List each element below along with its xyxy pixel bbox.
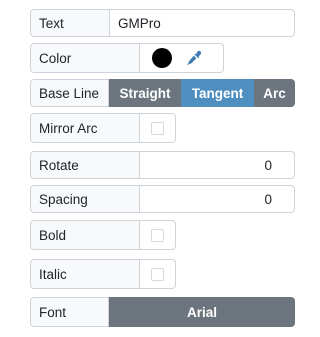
italic-checkbox[interactable] <box>151 267 164 281</box>
bold-checkbox-cell <box>140 220 176 250</box>
italic-label: Italic <box>30 259 140 289</box>
baseline-tangent-button[interactable]: Tangent <box>181 79 254 107</box>
font-label: Font <box>30 297 109 327</box>
italic-checkbox-cell <box>140 259 176 289</box>
rotate-input[interactable]: 0 <box>140 151 295 179</box>
text-row: Text GMPro <box>30 9 295 37</box>
color-controls <box>140 43 224 73</box>
baseline-label: Base Line <box>30 79 109 107</box>
spacing-input[interactable]: 0 <box>140 185 295 213</box>
bold-label: Bold <box>30 220 140 250</box>
bold-checkbox[interactable] <box>151 228 164 242</box>
text-input[interactable]: GMPro <box>110 9 295 37</box>
rotate-label: Rotate <box>30 151 140 179</box>
baseline-straight-button[interactable]: Straight <box>109 79 181 107</box>
baseline-row: Base Line Straight Tangent Arc <box>30 79 295 107</box>
mirror-arc-checkbox[interactable] <box>151 121 164 135</box>
color-swatch[interactable] <box>152 48 172 68</box>
font-row: Font Arial <box>30 297 295 327</box>
eyedropper-icon[interactable] <box>186 50 202 66</box>
mirror-arc-row: Mirror Arc <box>30 113 176 143</box>
color-row: Color <box>30 43 224 73</box>
text-label: Text <box>30 9 110 37</box>
rotate-row: Rotate 0 <box>30 151 295 179</box>
spacing-label: Spacing <box>30 185 140 213</box>
color-label: Color <box>30 43 140 73</box>
font-select-button[interactable]: Arial <box>109 297 295 327</box>
spacing-row: Spacing 0 <box>30 185 295 213</box>
mirror-arc-label: Mirror Arc <box>30 113 140 143</box>
mirror-arc-checkbox-cell <box>140 113 176 143</box>
italic-row: Italic <box>30 259 176 289</box>
baseline-segmented-control: Straight Tangent Arc <box>109 79 295 107</box>
bold-row: Bold <box>30 220 176 250</box>
baseline-arc-button[interactable]: Arc <box>254 79 295 107</box>
